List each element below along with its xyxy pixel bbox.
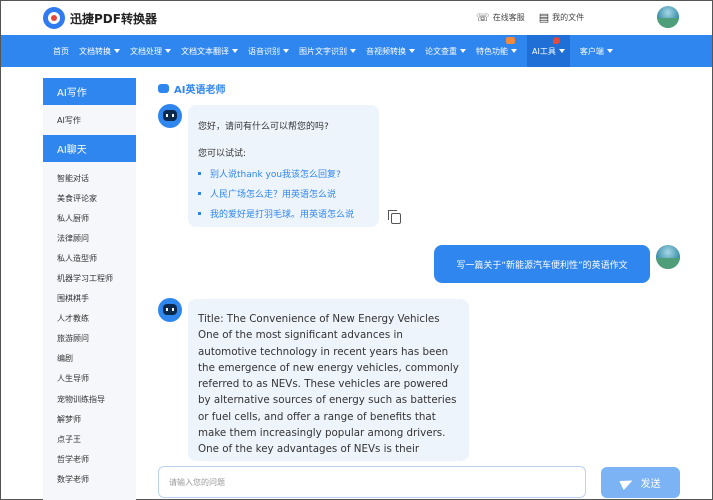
new-badge [506,37,515,44]
sidebar: AI写作 AI写作 AI聊天 智能对话 美食评论家 私人厨师 法律顾问 私人造型… [43,78,136,500]
nav-speech[interactable]: 语音识别 [248,35,289,67]
user-avatar[interactable] [657,6,679,28]
nav-paper-check[interactable]: 论文查重 [425,35,466,67]
nav-doc-convert[interactable]: 文档转换 [79,35,120,67]
caret-down-icon [350,49,356,53]
bullet-icon [198,172,201,175]
bullet-icon [198,192,201,195]
sidebar-item[interactable]: 机器学习工程师 [43,268,136,288]
sidebar-item[interactable]: 解梦师 [43,409,136,429]
logo[interactable]: 迅捷PDF转换器 [43,7,157,29]
nav-doc-translate[interactable]: 文档文本翻译 [181,35,238,67]
online-service-link[interactable]: ☏ 在线客服 [476,11,525,24]
sidebar-item[interactable]: 围棋棋手 [43,289,136,309]
suggestion-item[interactable]: 人民广场怎么走？用英语怎么说 [198,187,336,200]
bullet-icon [198,212,201,215]
online-service-label: 在线客服 [492,13,525,22]
logo-icon [43,7,65,29]
sidebar-item[interactable]: 点子王 [43,429,136,449]
sidebar-item[interactable]: 哲学老师 [43,449,136,469]
answer-text: Title: The Convenience of New Energy Veh… [198,313,459,456]
robot-icon [158,84,169,93]
user-message-bubble: 写一篇关于“新能源汽车便利性”的英语作文 [434,245,650,283]
suggestion-item[interactable]: 我的爱好是打羽毛球。用英语怎么说 [198,207,354,220]
sidebar-item[interactable]: 私人造型师 [43,248,136,268]
logo-text: 迅捷PDF转换器 [70,11,157,26]
caret-down-icon [165,49,171,53]
nav-client[interactable]: 客户端 [580,35,613,67]
nav-home[interactable]: 首页 [53,35,69,67]
sidebar-item-ai-writing[interactable]: AI写作 [43,105,136,135]
user-message-avatar [656,245,680,269]
caret-down-icon [558,49,565,53]
sidebar-item[interactable]: 美食评论家 [43,188,136,208]
nav-av-convert[interactable]: 音视频转换 [366,35,415,67]
try-label: 您可以试试: [198,149,247,159]
greeting-text: 您好，请问有什么可以帮您的吗? [198,122,329,132]
my-files-label: 我的文件 [552,13,585,22]
bot-avatar [158,298,182,322]
chat-title-label: AI英语老师 [174,85,226,96]
caret-down-icon [460,49,466,53]
question-input[interactable]: 请输入您的问题 [158,466,586,498]
caret-down-icon [114,49,120,53]
hot-badge [552,37,560,44]
headset-icon: ☏ [476,11,490,24]
sidebar-head-ai-chat[interactable]: AI聊天 [43,135,136,162]
bot-avatar [158,104,182,128]
suggestion-item[interactable]: 别人说thank you我该怎么回复? [198,167,341,180]
sidebar-item[interactable]: 数学老师 [43,469,136,489]
nav-doc-process[interactable]: 文档处理 [130,35,171,67]
sidebar-item[interactable]: 人生导师 [43,369,136,389]
main-nav: 首页 文档转换 文档处理 文档文本翻译 语音识别 图片文字识别 音视频转换 论文… [1,35,712,67]
sidebar-head-ai-writing[interactable]: AI写作 [43,78,136,105]
send-plane-icon [618,475,635,490]
sidebar-item[interactable]: 法律顾问 [43,228,136,248]
chat-title: AI英语老师 [158,81,225,96]
sidebar-item[interactable]: 编剧 [43,349,136,369]
caret-down-icon [409,49,415,53]
document-icon: ▤ [538,11,550,24]
copy-icon[interactable] [388,210,401,224]
input-placeholder: 请输入您的问题 [169,477,225,487]
nav-features[interactable]: 特色功能 [476,35,517,67]
nav-ocr[interactable]: 图片文字识别 [299,35,356,67]
caret-down-icon [232,49,238,53]
user-message-text: 写一篇关于“新能源汽车便利性”的英语作文 [456,260,628,271]
caret-down-icon [606,49,613,53]
sidebar-item[interactable]: 宠物训练指导 [43,389,136,409]
caret-down-icon [283,49,289,53]
sidebar-item[interactable]: 私人厨师 [43,208,136,228]
caret-down-icon [511,49,517,53]
nav-ai-tools[interactable]: AI工具 [527,35,570,67]
sidebar-item[interactable]: 智能对话 [43,168,136,188]
sidebar-item[interactable]: 旅游顾问 [43,329,136,349]
sidebar-item[interactable]: 人才教练 [43,309,136,329]
send-label: 发送 [640,479,661,490]
my-files-link[interactable]: ▤ 我的文件 [539,11,584,24]
send-button[interactable]: 发送 [601,467,680,498]
top-header: 迅捷PDF转换器 ☏ 在线客服 ▤ 我的文件 [1,1,712,35]
